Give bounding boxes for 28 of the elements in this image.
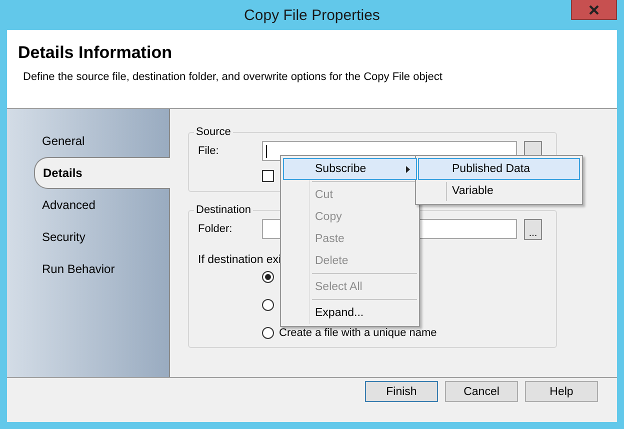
radio-button[interactable] <box>262 270 274 282</box>
file-label: File: <box>198 145 220 157</box>
radio-button[interactable] <box>262 326 274 338</box>
menu-item[interactable]: Variable <box>418 180 580 202</box>
dialog-button[interactable]: Cancel <box>445 381 518 402</box>
dialog-button[interactable]: Finish <box>365 381 438 402</box>
sidebar-tab[interactable]: Advanced <box>34 189 169 221</box>
close-button[interactable] <box>571 0 617 20</box>
group-title: Destination <box>195 204 252 216</box>
sidebar-tab[interactable]: Run Behavior <box>34 253 169 285</box>
checkbox[interactable] <box>262 170 274 182</box>
page-description: Define the source file, destination folder, and overwrite options for the Copy File object <box>23 71 444 83</box>
close-icon <box>589 4 599 14</box>
window-title: Copy File Properties <box>244 6 380 24</box>
menu-item[interactable]: Subscribe <box>283 158 417 180</box>
submenu-arrow-icon <box>406 166 410 172</box>
sidebar-tab[interactable]: Security <box>34 221 169 253</box>
menu-item[interactable]: Expand... <box>283 302 417 324</box>
browse-button[interactable]: ... <box>524 218 542 240</box>
page-title: Details Information <box>18 43 173 63</box>
sidebar-tab[interactable]: Details <box>34 157 170 189</box>
radio-button[interactable] <box>262 298 274 310</box>
dialog-button[interactable]: Help <box>525 381 598 402</box>
sidebar-tab[interactable]: General <box>34 125 169 157</box>
group-title: Source <box>195 126 232 138</box>
folder-label: Folder: <box>198 223 234 235</box>
radio-label: Create a file with a unique name <box>279 326 437 338</box>
menu-item[interactable]: Published Data <box>418 158 580 180</box>
